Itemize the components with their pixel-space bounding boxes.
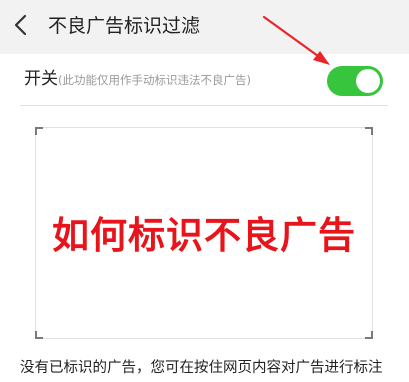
toggle-knob (356, 69, 380, 93)
row-divider (20, 105, 388, 106)
frame-corner (35, 127, 43, 135)
frame-corner (365, 127, 373, 135)
chevron-left-icon (14, 14, 27, 36)
frame-corner (365, 331, 373, 339)
ad-filter-settings-page: 不良广告标识过滤 开关(此功能仅用作手动标识违法不良广告) 如何标识不良广告 没… (0, 0, 409, 382)
page-title: 不良广告标识过滤 (48, 15, 201, 37)
empty-state-hint: 没有已标识的广告，您可在按住网页内容对广告进行标注 (20, 360, 383, 376)
switch-label-note: (此功能仅用作手动标识违法不良广告) (58, 73, 251, 87)
header-bar: 不良广告标识过滤 (0, 0, 409, 54)
switch-label: 开关(此功能仅用作手动标识违法不良广告) (24, 68, 251, 91)
back-button[interactable] (6, 8, 40, 42)
switch-label-main: 开关 (24, 69, 58, 89)
filter-switch-row: 开关(此功能仅用作手动标识违法不良广告) (0, 54, 409, 106)
frame-corner (35, 331, 43, 339)
demo-heading: 如何标识不良广告 (52, 214, 356, 257)
demo-image-frame: 如何标识不良广告 (35, 127, 373, 339)
filter-toggle[interactable] (327, 66, 383, 96)
